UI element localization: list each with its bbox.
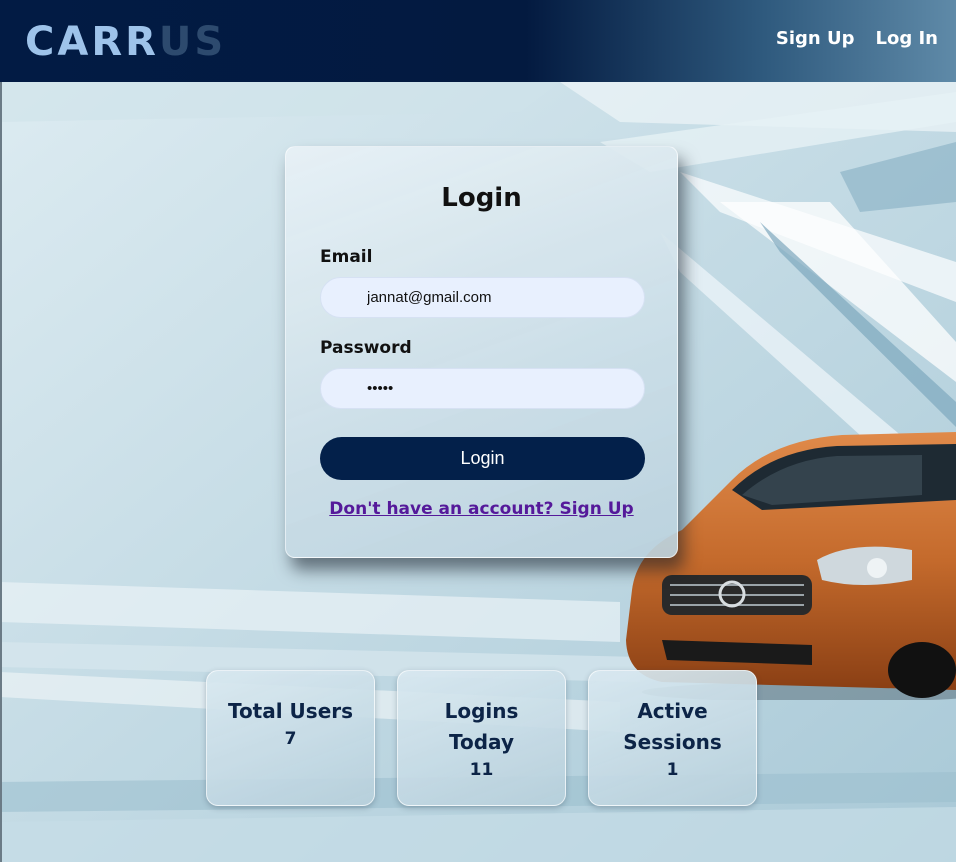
signup-link[interactable]: Don't have an account? Sign Up: [286, 499, 677, 519]
nav-links: Sign Up Log In: [776, 28, 938, 49]
stat-label: Total Users: [227, 699, 354, 723]
stat-card-logins-today: Logins Today 11: [397, 670, 566, 806]
brand-logo[interactable]: CARRUS: [25, 18, 226, 66]
nav-login-link[interactable]: Log In: [876, 28, 939, 49]
stat-label: Active Sessions: [623, 699, 722, 754]
stat-value: 1: [666, 760, 679, 780]
email-label: Email: [320, 247, 373, 267]
nav-signup-link[interactable]: Sign Up: [776, 28, 855, 49]
stat-card-active-sessions: Active Sessions 1: [588, 670, 757, 806]
login-title: Login: [441, 183, 522, 213]
window-left-edge: [0, 0, 2, 862]
navbar: CARRUS Sign Up Log In: [0, 0, 956, 82]
password-field[interactable]: [320, 368, 645, 409]
email-field[interactable]: [320, 277, 645, 318]
password-label: Password: [320, 338, 412, 358]
stat-label: Logins Today: [444, 699, 519, 754]
logo-part2: US: [158, 19, 227, 65]
stat-value: 11: [469, 760, 494, 780]
login-card: Login Email Password Login Don't have an…: [285, 146, 678, 558]
logo-part1: CARR: [25, 19, 159, 65]
login-button[interactable]: Login: [320, 437, 645, 480]
stat-card-total-users: Total Users 7: [206, 670, 375, 806]
stat-value: 7: [284, 729, 297, 749]
